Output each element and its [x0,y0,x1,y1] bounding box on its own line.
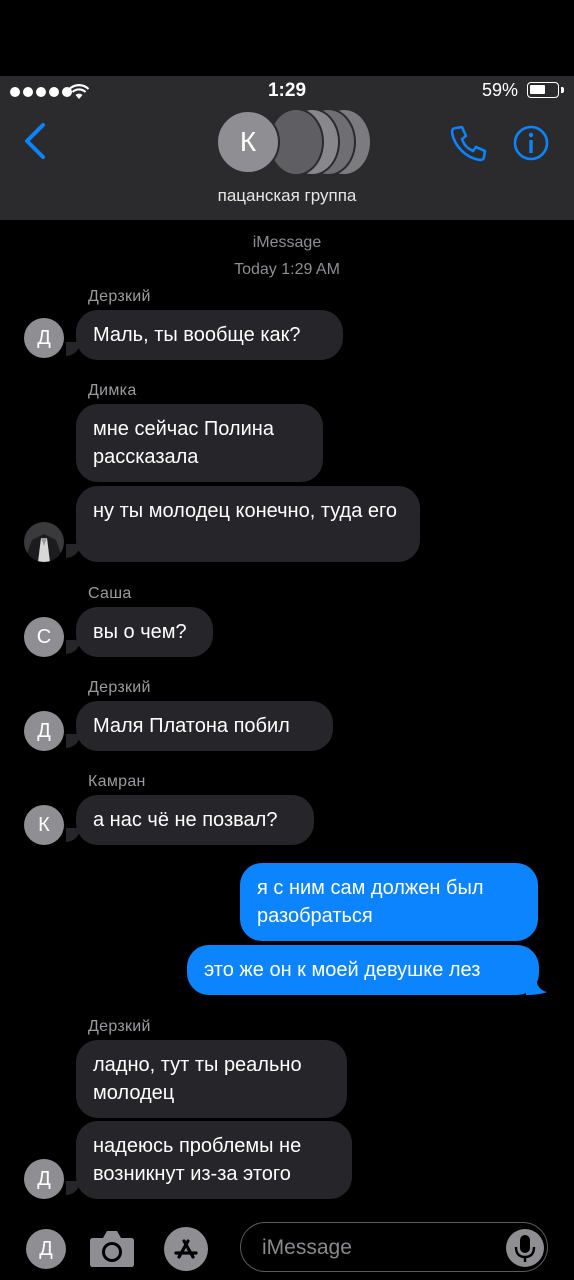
battery-icon [527,82,559,98]
info-icon[interactable] [512,124,550,162]
bubble-tail [66,1181,80,1195]
back-chevron-icon[interactable] [22,122,48,160]
incoming-message[interactable]: надеюсь проблемы не возникнут из-за этог… [76,1121,352,1199]
digital-touch-avatar[interactable]: Д [26,1229,66,1269]
incoming-message[interactable]: а нас чё не позвал? [76,795,314,845]
incoming-message[interactable]: мне сейчас Полина рассказала [76,404,323,482]
incoming-message[interactable]: вы о чем? [76,607,213,657]
camera-icon[interactable] [89,1228,135,1268]
outgoing-message[interactable]: я с ним сам должен был разобраться [240,863,538,941]
bubble-tail [66,544,80,558]
sender-name: Дерзкий [88,288,151,305]
message-timestamp: Today 1:29 AM [234,261,340,278]
sender-name: Дерзкий [88,679,151,696]
sender-name: Димка [88,382,137,399]
battery-level [530,85,545,94]
sender-name: Саша [88,585,132,602]
bubble-tail [526,976,547,995]
incoming-message[interactable]: Маля Платона побил [76,701,333,751]
message-input-placeholder: iMessage [262,1236,352,1259]
sender-photo-avatar[interactable] [24,522,64,562]
battery-percentage: 59% [482,80,519,100]
group-avatar[interactable]: К [216,110,280,174]
sender-name: Дерзкий [88,1018,151,1035]
sender-name: Камран [88,773,146,790]
sender-avatar[interactable]: С [24,617,64,657]
sender-avatar[interactable]: Д [24,1159,64,1199]
sender-avatar[interactable]: Д [24,711,64,751]
outgoing-message[interactable]: это же он к моей девушке лез [187,945,539,995]
sender-avatar[interactable]: Д [24,318,64,358]
phone-icon[interactable] [450,124,488,162]
battery-cap [561,87,564,93]
incoming-message[interactable]: Маль, ты вообще как? [76,310,343,360]
microphone-icon[interactable] [505,1228,545,1268]
incoming-message[interactable]: ладно, тут ты реально молодец [76,1040,347,1118]
incoming-message[interactable]: ну ты молодец конечно, туда его [76,486,420,562]
app-store-icon[interactable] [163,1226,209,1272]
service-label: iMessage [252,234,322,251]
group-name[interactable]: пацанская группа [0,186,574,206]
sender-avatar[interactable]: К [24,805,64,845]
